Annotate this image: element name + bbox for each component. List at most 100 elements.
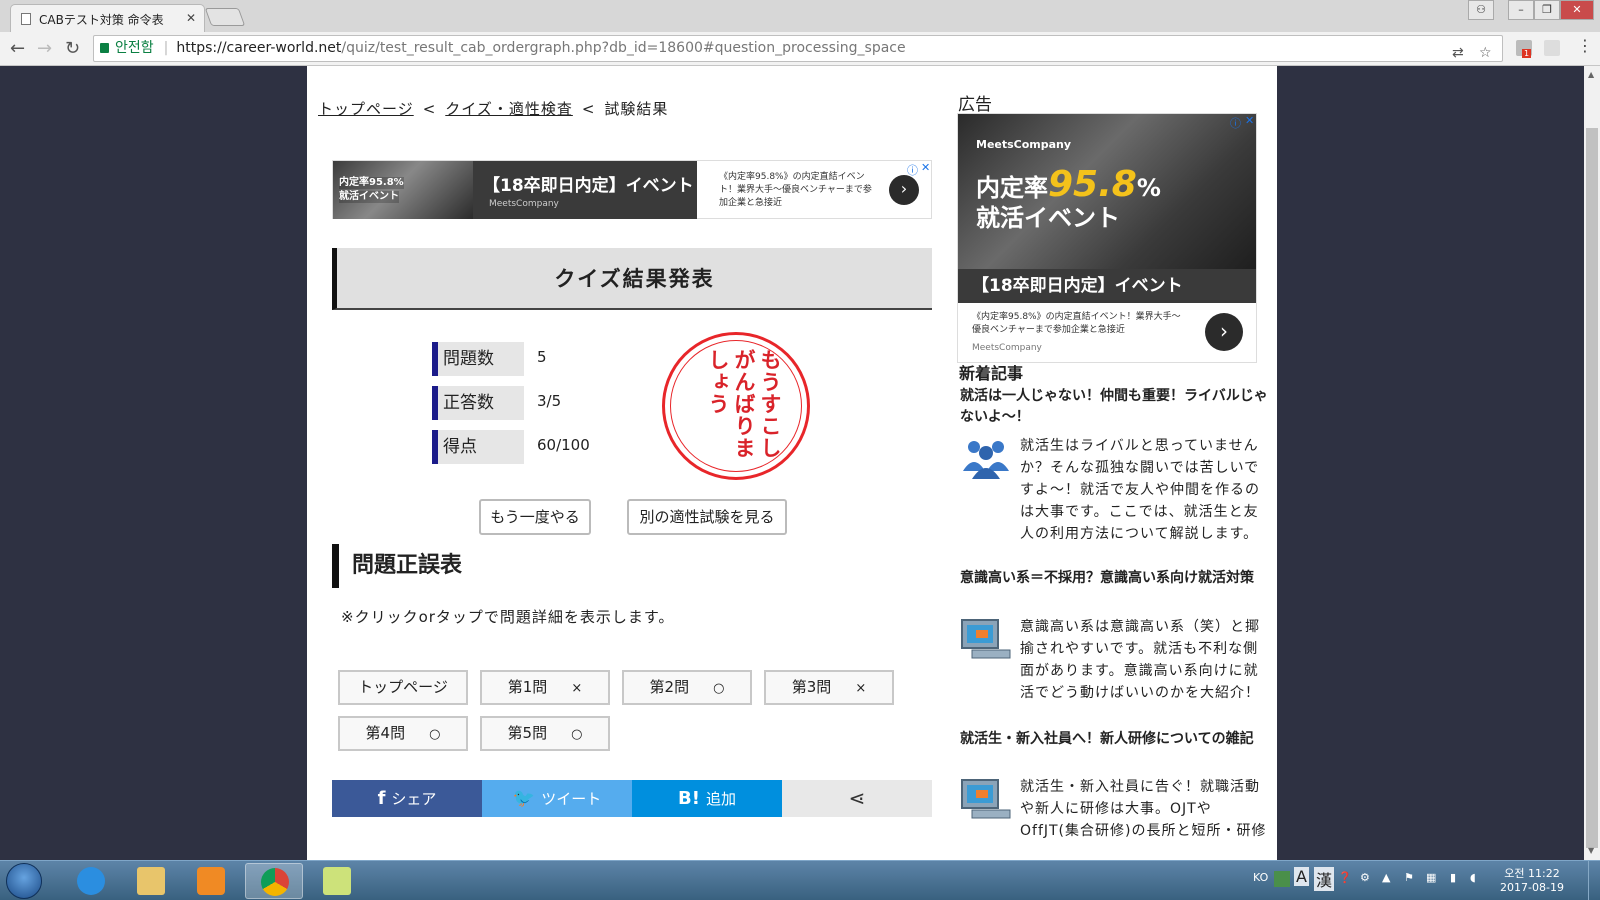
extension-icon-2[interactable] <box>1544 40 1560 56</box>
clock-date: 2017-08-19 <box>1500 881 1564 894</box>
back-icon[interactable]: ← <box>10 38 25 59</box>
stat-label-questions: 問題数 <box>432 342 524 376</box>
breadcrumb-current: 試験結果 <box>604 100 669 118</box>
browser-tab[interactable]: CABテスト対策 命令表 ✕ <box>10 4 205 32</box>
scrollbar-thumb[interactable] <box>1586 128 1598 848</box>
taskbar-media-player[interactable] <box>182 863 240 899</box>
stat-value-score: 60/100 <box>537 436 590 454</box>
media-player-icon <box>197 867 225 895</box>
ie-icon <box>77 867 105 895</box>
breadcrumb: トップページ < クイズ・適性検査 < 試験結果 <box>318 100 669 118</box>
sidebar-ad[interactable]: MeetsCompany 内定率95.8% 就活イベント 【18卒即日内定】イベ… <box>957 113 1257 363</box>
signal-icon[interactable]: ▮ <box>1450 871 1456 884</box>
ad-advertiser: MeetsCompany <box>489 199 559 209</box>
browser-toolbar: ← → ↻ 안전함 | https://career-world.net/quiz/… <box>0 32 1600 66</box>
question-button-1[interactable]: 第1問 × <box>480 670 610 705</box>
people-icon <box>963 441 1009 479</box>
facebook-icon: f <box>377 788 386 809</box>
tab-strip: CABテスト対策 命令表 ✕ ⚇ – ❐ ✕ <box>0 0 1600 32</box>
ime-alpha-icon[interactable]: A <box>1294 867 1309 886</box>
close-tab-icon[interactable]: ✕ <box>186 11 196 25</box>
question-button-4[interactable]: 第4問 ○ <box>338 716 468 751</box>
ime-icon[interactable] <box>1274 871 1290 887</box>
mark-incorrect: × <box>571 681 583 696</box>
answer-table-note: ※クリックorタップで問題詳細を表示します。 <box>341 608 675 626</box>
news-heading: 新着記事 <box>959 364 1024 383</box>
article-body-3: 就活生・新入社員に告ぐ！就職活動や新人に研修は大事。OJTやOffJT(集合研修… <box>1020 779 1267 839</box>
sidebar-ad-close-icon[interactable]: ✕ <box>1245 114 1254 127</box>
ad-description: 《内定率95.8%》の内定直結イベント！業界大手～優良ベンチャーまで参加企業と急… <box>719 172 872 208</box>
ad-arrow-button[interactable]: › <box>889 175 919 205</box>
stat-label-correct: 正答数 <box>432 386 524 420</box>
close-window-button[interactable]: ✕ <box>1560 0 1594 20</box>
twitter-share-button[interactable]: 🐦 ツイート <box>482 780 632 817</box>
article-title-1[interactable]: 就活は一人じゃない！仲間も重要！ライバルじゃないよ～！ <box>960 386 1270 428</box>
share-more-button[interactable]: ⋖ <box>782 780 932 817</box>
share-icon: ⋖ <box>848 786 866 810</box>
article-title-3[interactable]: 就活生・新入社員へ！新人研修についての雑記 <box>960 729 1270 750</box>
restore-button[interactable]: ❐ <box>1534 0 1560 20</box>
ime-kanji-icon[interactable]: 漢 <box>1314 867 1335 891</box>
retry-button[interactable]: もう一度やる <box>479 499 591 535</box>
question-button-5[interactable]: 第5問 ○ <box>480 716 610 751</box>
sticky-notes-icon <box>323 867 351 895</box>
reload-icon[interactable]: ↻ <box>65 38 80 59</box>
question-button-top[interactable]: トップページ <box>338 670 468 705</box>
bookmark-star-icon[interactable]: ☆ <box>1479 41 1492 66</box>
network-icon[interactable]: ▦ <box>1426 871 1436 884</box>
ad-photo: 内定率95.8% 就活イベント <box>333 161 473 219</box>
scroll-up-icon[interactable]: ▲ <box>1588 70 1594 79</box>
hatena-bookmark-button[interactable]: B! 追加 <box>632 780 782 817</box>
breadcrumb-quiz-link[interactable]: クイズ・適性検査 <box>445 100 573 118</box>
secure-label: 안전함 <box>115 40 154 56</box>
hatena-icon: B! <box>678 788 700 809</box>
stamp-text: もうすこしがんばりましょう <box>706 349 782 459</box>
user-icon[interactable]: ⚇ <box>1468 0 1494 20</box>
url-host: https://career-world.net <box>176 40 342 56</box>
taskbar-notes[interactable] <box>308 863 366 899</box>
taskbar-chrome[interactable] <box>245 863 303 899</box>
new-tab-button[interactable] <box>204 8 246 26</box>
vertical-scrollbar[interactable]: ▲ ▼ <box>1584 66 1600 860</box>
sidebar-ad-event: 就活イベント <box>976 204 1120 232</box>
lock-icon <box>100 43 109 53</box>
forward-icon[interactable]: → <box>37 38 52 59</box>
taskbar-ie[interactable] <box>62 863 120 899</box>
flag-icon[interactable]: ⚑ <box>1404 871 1414 884</box>
taskbar-explorer[interactable] <box>122 863 180 899</box>
question-button-3[interactable]: 第3問 × <box>764 670 894 705</box>
address-bar[interactable]: 안전함 | https://career-world.net/quiz/test_r… <box>93 35 1503 62</box>
sidebar-ad-source: MeetsCompany <box>972 343 1042 353</box>
system-clock[interactable]: 오전 11:22 2017-08-19 <box>1492 867 1572 895</box>
breadcrumb-home-link[interactable]: トップページ <box>318 100 414 118</box>
menu-icon[interactable]: ⋮ <box>1577 36 1593 55</box>
help-icon[interactable]: ❓ <box>1338 871 1352 884</box>
page-content: トップページ < クイズ・適性検査 < 試験結果 内定率95.8% 就活イベント 【18… <box>307 66 1277 860</box>
show-desktop-button[interactable] <box>1588 861 1600 900</box>
sidebar-ad-info-icon[interactable]: ⓘ <box>1230 115 1241 131</box>
ad-close-icon[interactable]: ✕ <box>921 161 930 174</box>
mark-correct: ○ <box>429 727 441 742</box>
mark-incorrect: × <box>855 681 867 696</box>
taskbar: KO A 漢 ❓ ⚙ ▲ ⚑ ▦ ▮ ◖ 오전 11:22 2017-08-19 <box>0 860 1600 900</box>
sidebar-ad-arrow-button[interactable]: › <box>1205 313 1243 351</box>
other-test-button[interactable]: 別の適性試験を見る <box>627 499 787 535</box>
facebook-share-button[interactable]: f シェア <box>332 780 482 817</box>
show-hidden-icons[interactable]: ▲ <box>1382 871 1390 884</box>
mark-correct: ○ <box>713 681 725 696</box>
volume-icon[interactable]: ◖ <box>1470 871 1476 884</box>
article-title-2[interactable]: 意識高い系＝不採用？意識高い系向け就活対策 <box>960 568 1270 589</box>
computer-icon <box>961 619 1011 659</box>
extension-badge: 1 <box>1522 49 1532 58</box>
language-indicator[interactable]: KO <box>1253 871 1268 884</box>
scroll-down-icon[interactable]: ▼ <box>1588 846 1594 855</box>
start-button[interactable] <box>6 863 42 899</box>
ad-headline: 【18卒即日内定】イベント <box>483 176 694 196</box>
top-ad-banner[interactable]: 内定率95.8% 就活イベント 【18卒即日内定】イベント MeetsCompa… <box>332 160 932 219</box>
translate-icon[interactable]: ⇄ <box>1452 41 1464 66</box>
chrome-icon <box>261 868 289 896</box>
ad-info-icon[interactable]: ⓘ <box>907 162 918 178</box>
minimize-button[interactable]: – <box>1508 0 1534 20</box>
question-button-2[interactable]: 第2問 ○ <box>622 670 752 705</box>
ime-options-icon[interactable]: ⚙ <box>1360 871 1370 884</box>
